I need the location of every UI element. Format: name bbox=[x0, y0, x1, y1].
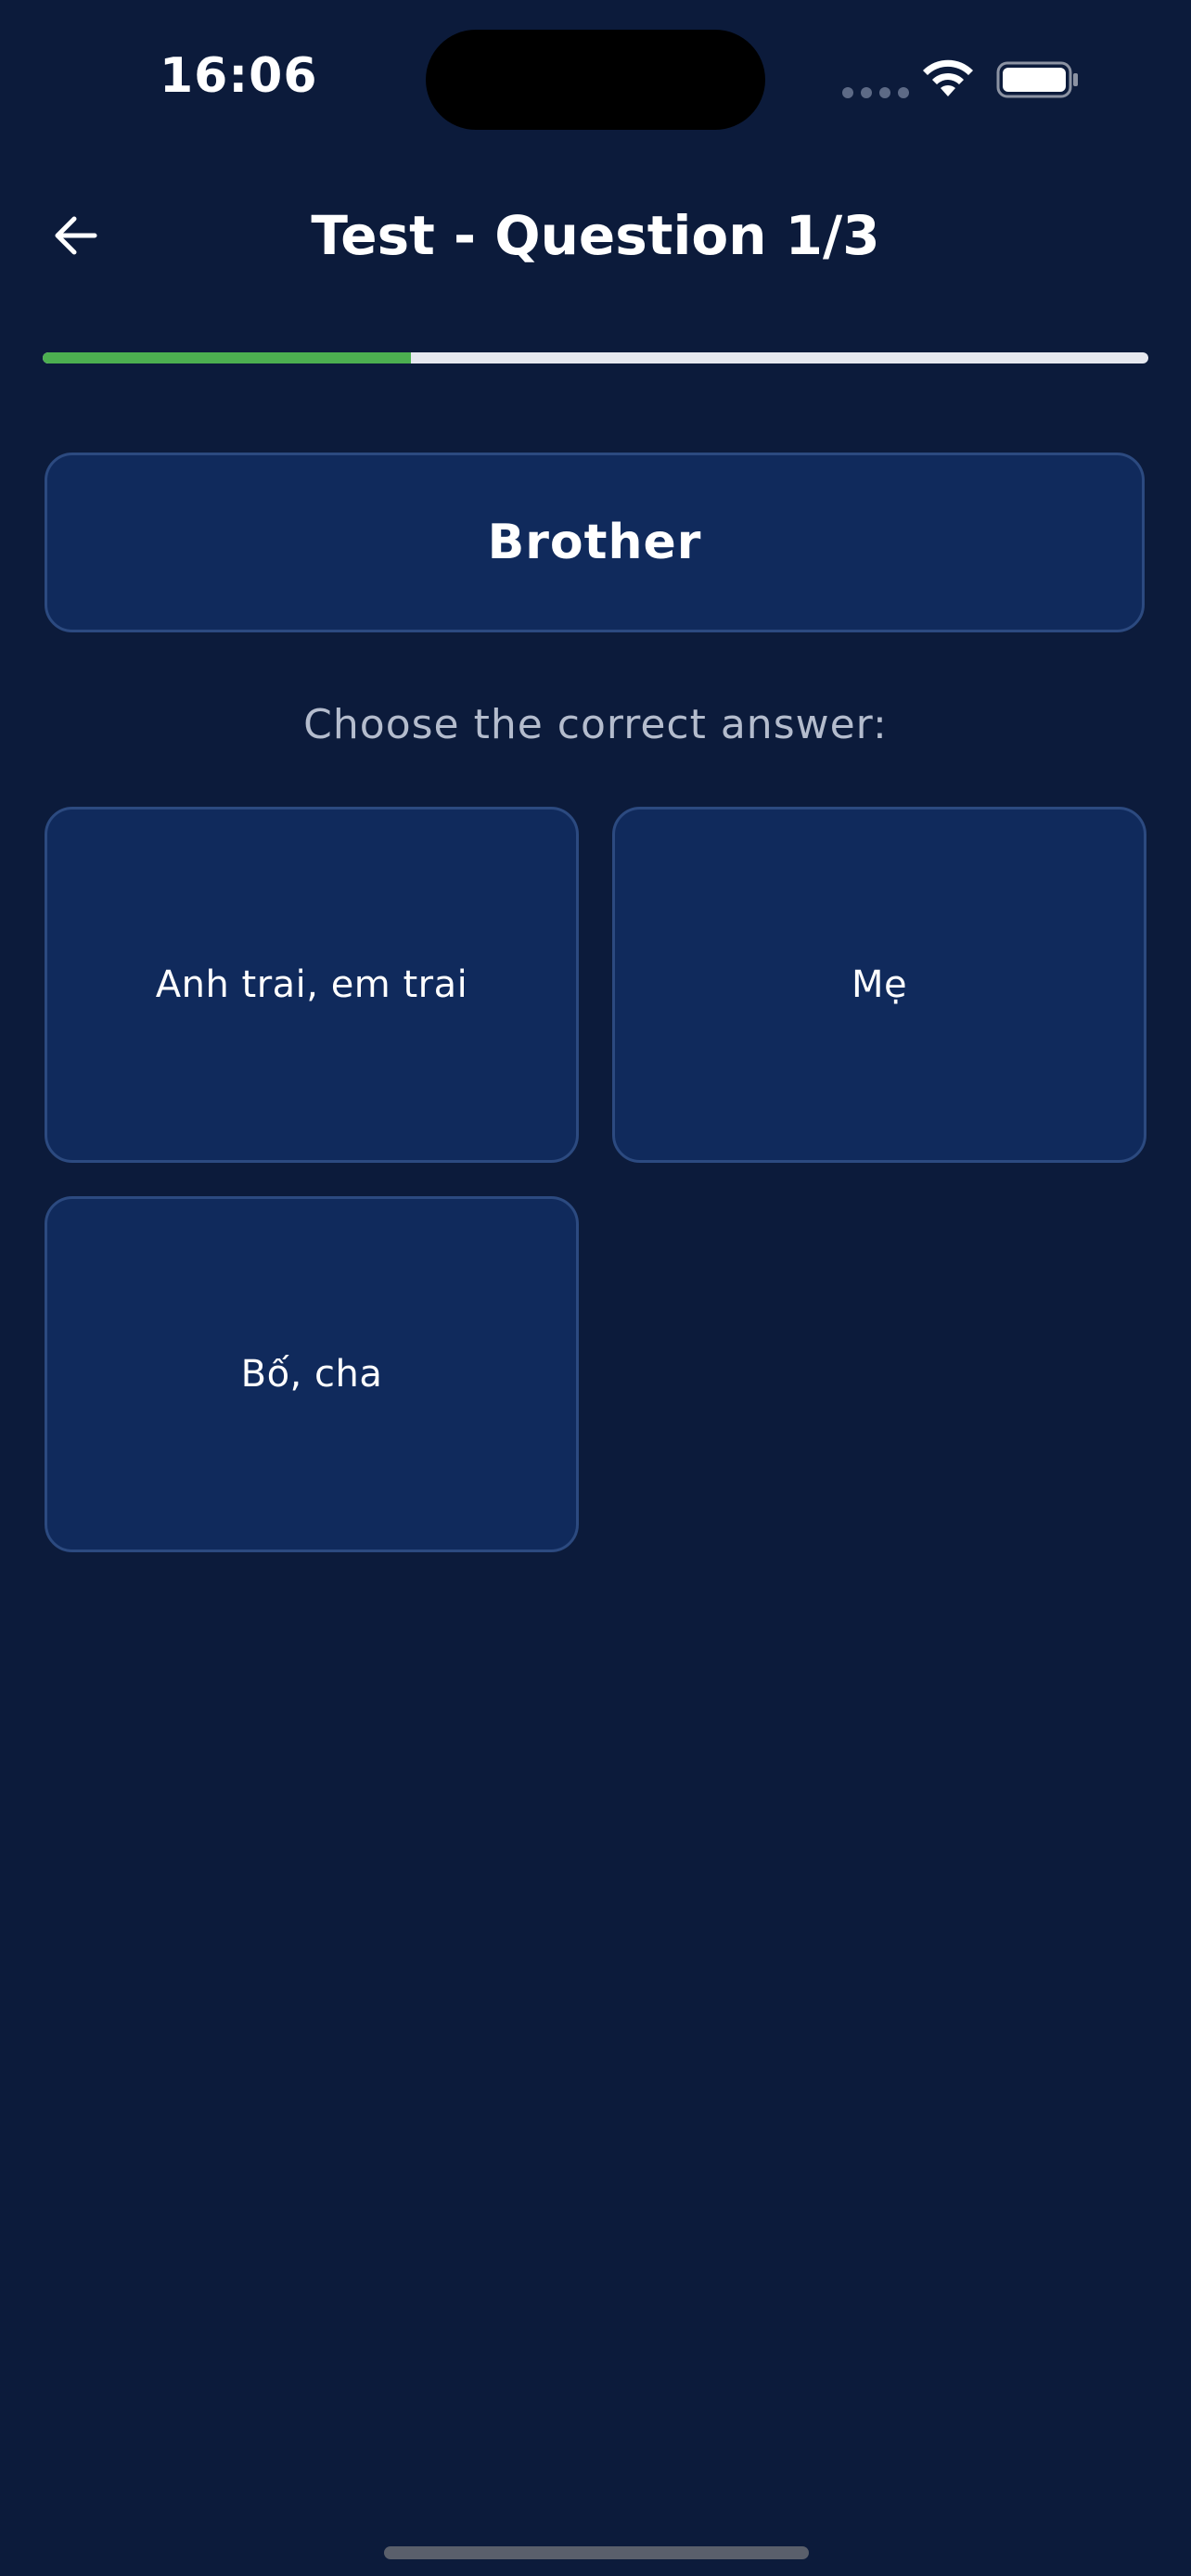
answer-option[interactable]: Mẹ bbox=[612, 807, 1146, 1163]
instruction-text: Choose the correct answer: bbox=[303, 701, 888, 748]
progress-bar-fill bbox=[43, 352, 412, 363]
home-indicator[interactable] bbox=[384, 2546, 809, 2559]
answer-option[interactable]: Anh trai, em trai bbox=[45, 807, 579, 1163]
back-button[interactable] bbox=[37, 197, 115, 274]
wifi-icon bbox=[923, 59, 973, 96]
answer-option-label: Mẹ bbox=[851, 963, 908, 1006]
battery-icon bbox=[996, 61, 1078, 98]
answer-option-label: Anh trai, em trai bbox=[155, 963, 468, 1006]
progress-bar bbox=[43, 352, 1148, 363]
status-time: 16:06 bbox=[160, 48, 318, 104]
page-title: Test - Question 1/3 bbox=[311, 204, 880, 267]
answer-option[interactable]: Bố, cha bbox=[45, 1196, 579, 1552]
question-word: Brother bbox=[487, 515, 702, 570]
answer-option-label: Bố, cha bbox=[240, 1353, 383, 1396]
quiz-screen: 16:06 Test - Question 1/3 Brother Choose… bbox=[0, 0, 1191, 2576]
arrow-left-icon bbox=[55, 216, 97, 255]
dynamic-island bbox=[426, 30, 765, 130]
question-card: Brother bbox=[45, 453, 1145, 632]
cellular-signal-icon bbox=[842, 87, 909, 98]
